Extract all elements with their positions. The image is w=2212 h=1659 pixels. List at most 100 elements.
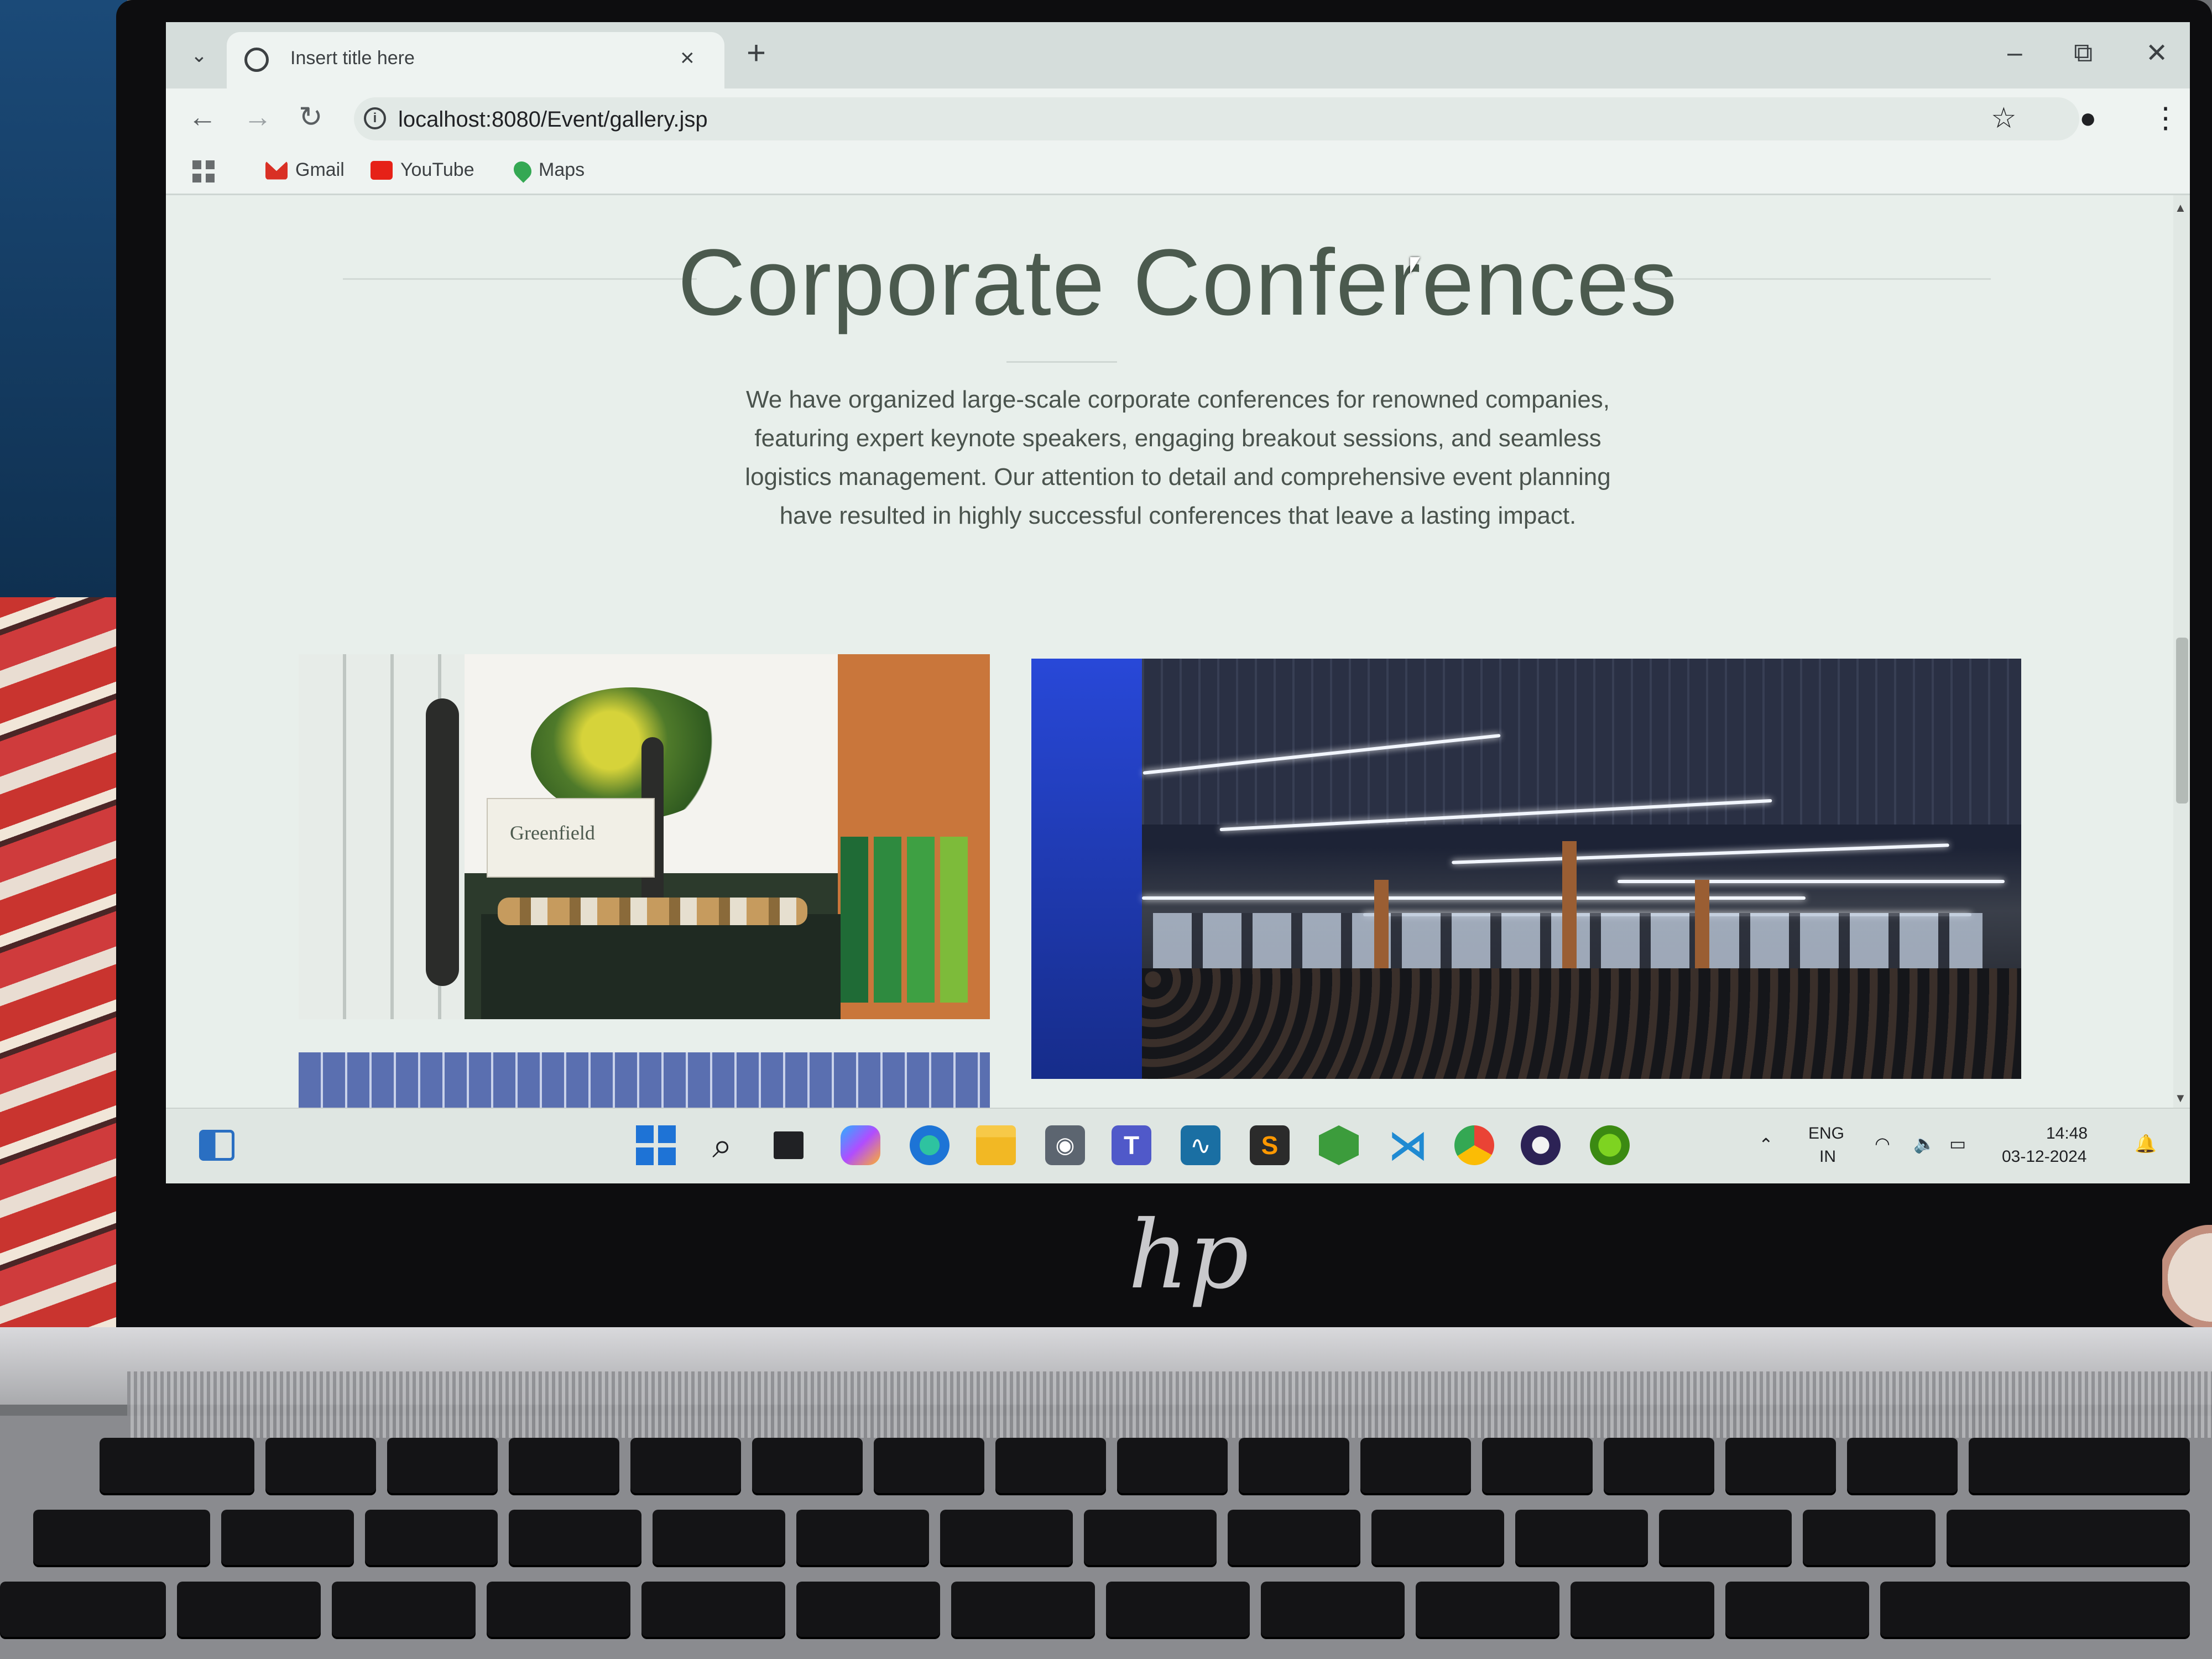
- browser-toolbar: ← → ↻ i localhost:8080/Event/gallery.jsp…: [166, 88, 2190, 149]
- volume-icon[interactable]: 🔈: [1913, 1133, 1936, 1154]
- photo-banner: [874, 837, 901, 1003]
- address-bar[interactable]: i localhost:8080/Event/gallery.jsp: [354, 97, 2079, 140]
- site-info-icon[interactable]: i: [364, 107, 386, 129]
- key: [1571, 1582, 1714, 1637]
- photo-sign-text: Greenfield: [510, 822, 595, 844]
- photo-stand: [426, 698, 459, 986]
- region-code: IN: [1819, 1147, 1836, 1166]
- key: [387, 1438, 498, 1493]
- photo-ceiling: [1031, 659, 2021, 825]
- photo-banner: [841, 837, 868, 1003]
- key: [265, 1438, 376, 1493]
- key: [509, 1438, 619, 1493]
- chrome-icon[interactable]: [1454, 1125, 1494, 1165]
- bookmark-star-icon[interactable]: ☆: [1991, 102, 2017, 135]
- minimize-button[interactable]: –: [2007, 38, 2022, 68]
- search-icon[interactable]: ⌕: [702, 1125, 742, 1165]
- key: [1847, 1438, 1958, 1493]
- copilot-icon[interactable]: [841, 1125, 880, 1165]
- date: 03-12-2024: [2002, 1147, 2087, 1166]
- key: [653, 1510, 785, 1565]
- scroll-up-icon[interactable]: ▲: [2174, 201, 2187, 215]
- key: [1228, 1510, 1360, 1565]
- wifi-icon[interactable]: ◠: [1875, 1133, 1890, 1154]
- photo-food: [498, 898, 807, 925]
- blue-cloth-background: [0, 0, 127, 597]
- gmail-icon: [265, 160, 288, 180]
- chevron-up-icon[interactable]: ⌃: [1759, 1134, 1773, 1155]
- file-explorer-icon[interactable]: [976, 1125, 1016, 1165]
- sticker: [2162, 1225, 2212, 1330]
- photo-audience: [1142, 968, 2021, 1079]
- key: [1947, 1510, 2190, 1565]
- eclipse-icon[interactable]: [1521, 1125, 1561, 1165]
- tab-close-icon[interactable]: ×: [680, 44, 695, 72]
- bookmark-gmail[interactable]: Gmail: [265, 159, 345, 181]
- maps-icon: [510, 157, 535, 183]
- key: [221, 1510, 354, 1565]
- browser-tab[interactable]: Insert title here ×: [227, 32, 724, 88]
- apps-grid-icon[interactable]: [192, 160, 215, 182]
- key: [100, 1438, 254, 1493]
- close-window-button[interactable]: ✕: [2146, 38, 2168, 69]
- tab-title: Insert title here: [290, 48, 415, 69]
- sublime-text-icon[interactable]: S: [1250, 1125, 1290, 1165]
- key: [487, 1582, 630, 1637]
- vscode-icon[interactable]: ⋊: [1388, 1124, 1428, 1167]
- scrollbar-thumb[interactable]: [2176, 638, 2188, 804]
- edge-icon[interactable]: [910, 1125, 950, 1165]
- key: [1725, 1438, 1836, 1493]
- photo-light: [1618, 880, 2005, 883]
- restore-button[interactable]: ⧉: [2074, 38, 2093, 69]
- photo-blue-wall: [1031, 659, 1142, 1079]
- forward-arrow-icon[interactable]: →: [243, 101, 272, 134]
- key: [1117, 1438, 1228, 1493]
- laptop-screen: ⌄ Insert title here × + – ⧉ ✕ ← → ↻ i lo…: [166, 22, 2190, 1183]
- language-code: ENG: [1808, 1124, 1845, 1142]
- start-icon[interactable]: [636, 1125, 676, 1165]
- page-title: Corporate Conferences: [677, 230, 1678, 335]
- youtube-icon: [371, 160, 393, 180]
- key: [1482, 1438, 1593, 1493]
- key: [951, 1582, 1095, 1637]
- windows-taskbar: ⌕ ◉ T ∿ S ⋊ ⌃ ENG IN ◠ 🔈 ▭ 14:48 03-12-2…: [166, 1108, 2190, 1183]
- key: [630, 1438, 741, 1493]
- scroll-down-icon[interactable]: ▼: [2174, 1091, 2187, 1105]
- bookmark-maps[interactable]: Maps: [510, 157, 585, 183]
- page-description: We have organized large-scale corporate …: [745, 386, 1611, 529]
- notifications-icon[interactable]: 🔔: [2135, 1133, 2157, 1154]
- mouse-cursor-icon: [1410, 257, 1420, 274]
- widgets-icon[interactable]: [199, 1130, 234, 1161]
- gallery-photo-catering[interactable]: Greenfield: [299, 654, 990, 1019]
- key: [177, 1582, 321, 1637]
- key: [332, 1582, 476, 1637]
- title-underline: [1006, 361, 1117, 363]
- tab-search-dropdown-icon[interactable]: ⌄: [185, 41, 213, 70]
- bookmark-label: Gmail: [295, 159, 345, 180]
- profile-icon[interactable]: ●: [2079, 102, 2096, 135]
- key: [641, 1582, 785, 1637]
- key: [1371, 1510, 1504, 1565]
- nodejs-icon[interactable]: [1319, 1125, 1359, 1165]
- gallery-photo-partial[interactable]: [299, 1052, 990, 1108]
- spring-tools-icon[interactable]: [1590, 1125, 1630, 1165]
- teams-icon[interactable]: T: [1112, 1125, 1151, 1165]
- battery-icon[interactable]: ▭: [1949, 1133, 1966, 1154]
- menu-kebab-icon[interactable]: ⋮: [2151, 102, 2180, 135]
- new-tab-button[interactable]: +: [747, 36, 766, 70]
- key: [1084, 1510, 1217, 1565]
- web-page: Corporate Conferences We have organized …: [166, 195, 2190, 1108]
- task-view-icon[interactable]: [769, 1125, 808, 1165]
- photo-table: [481, 914, 841, 1019]
- mysql-workbench-icon[interactable]: ∿: [1181, 1125, 1220, 1165]
- bookmark-label: YouTube: [400, 159, 474, 180]
- gallery-photo-conference-hall[interactable]: [1031, 659, 2021, 1079]
- bookmark-youtube[interactable]: YouTube: [371, 159, 474, 181]
- key: [1360, 1438, 1471, 1493]
- globe-icon: [244, 48, 269, 72]
- camera-icon[interactable]: ◉: [1045, 1125, 1085, 1165]
- back-arrow-icon[interactable]: ←: [188, 101, 217, 134]
- keyboard: [0, 1427, 2212, 1659]
- reload-icon[interactable]: ↻: [299, 101, 323, 134]
- key: [509, 1510, 641, 1565]
